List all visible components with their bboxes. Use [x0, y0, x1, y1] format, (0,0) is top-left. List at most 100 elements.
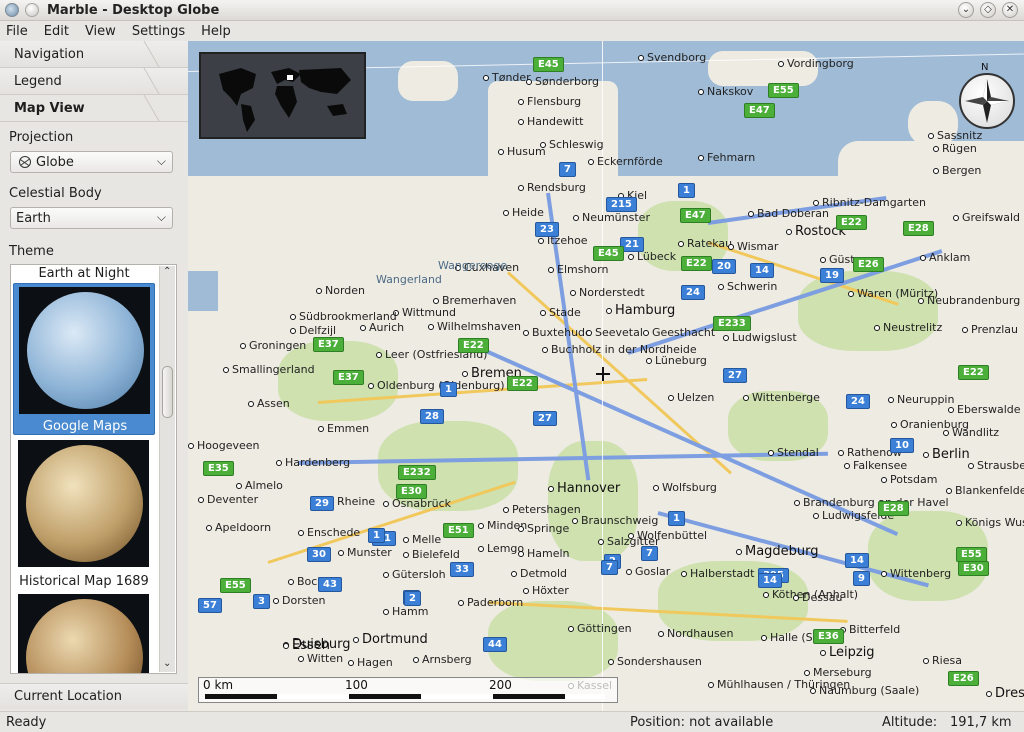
city-marker-icon [498, 149, 504, 155]
city-marker-icon [708, 682, 714, 688]
city-marker-icon [518, 119, 524, 125]
city-marker-icon [956, 520, 962, 526]
euroroute-shield: E30 [396, 484, 427, 499]
euroroute-shield: E26 [853, 257, 884, 272]
water-area [188, 271, 218, 311]
scale-segment [205, 694, 277, 699]
city-marker-icon [276, 460, 282, 466]
autobahn-shield: 2 [404, 591, 421, 606]
sea-label: Wangerooge [438, 259, 508, 272]
euroroute-shield: E35 [203, 461, 234, 476]
city-marker-icon [413, 657, 419, 663]
tab-legend[interactable]: Legend [0, 68, 188, 95]
map-canvas[interactable]: Tønder Sønderborg Svendborg Vordingborg Naks… [188, 41, 1024, 711]
city-marker-icon [503, 507, 509, 513]
city-marker-icon [518, 551, 524, 557]
city-label: Smallingerland [223, 363, 315, 376]
menu-settings[interactable]: Settings [124, 24, 193, 39]
tab-navigation[interactable]: Navigation [0, 41, 188, 68]
city-marker-icon [348, 660, 354, 666]
autobahn-shield: 1 [668, 511, 685, 526]
city-marker-icon [768, 450, 774, 456]
euroroute-shield: E37 [333, 370, 364, 385]
city-label: Greifswald [953, 211, 1020, 224]
city-label: Delfzijl [290, 324, 336, 337]
autobahn-shield: 33 [450, 562, 474, 577]
autobahn-shield: 1 [368, 528, 385, 543]
city-label: Stendal [768, 446, 819, 459]
menu-help[interactable]: Help [193, 24, 239, 39]
city-label: Seevetal [586, 326, 643, 339]
city-marker-icon [778, 61, 784, 67]
forest-area [488, 601, 618, 681]
city-marker-icon [653, 485, 659, 491]
status-ready: Ready [6, 715, 47, 730]
city-label: Schwerin [718, 280, 777, 293]
city-marker-icon [933, 146, 939, 152]
scroll-handle[interactable] [162, 366, 173, 418]
theme-scrollbar[interactable]: ⌃ ⌄ [159, 266, 175, 672]
city-marker-icon [794, 500, 800, 506]
city-marker-icon [573, 215, 579, 221]
compass-north-label: N [981, 62, 989, 73]
city-marker-icon [198, 497, 204, 503]
projection-select[interactable]: Globe ⌵ [10, 151, 173, 173]
scroll-down-icon[interactable]: ⌄ [163, 658, 171, 669]
crosshair-icon [596, 367, 610, 381]
city-marker-icon [433, 298, 439, 304]
city-marker-icon [548, 267, 554, 273]
city-label: Prenzlau [962, 323, 1018, 336]
city-label: Dresden [986, 686, 1024, 701]
theme-caption: Historical Map 1689 [19, 574, 149, 589]
city-label: Anklam [920, 251, 970, 264]
city-marker-icon [298, 530, 304, 536]
menu-view[interactable]: View [77, 24, 124, 39]
city-marker-icon [526, 79, 532, 85]
autobahn-shield: 7 [641, 546, 658, 561]
theme-item-old-map[interactable] [18, 594, 149, 673]
city-marker-icon [288, 579, 294, 585]
historical-globe-icon [26, 445, 143, 562]
city-marker-icon [953, 215, 959, 221]
globe-thumbnail-icon [27, 292, 144, 409]
city-label: Neuruppin [888, 393, 954, 406]
city-label: Wolfsburg [653, 481, 717, 494]
euroroute-shield: E36 [813, 629, 844, 644]
menu-file[interactable]: File [0, 24, 36, 39]
city-label: Handewitt [518, 115, 583, 128]
city-marker-icon [943, 430, 949, 436]
theme-item-earth-at-night[interactable]: Earth at Night [13, 266, 155, 281]
city-marker-icon [283, 642, 289, 649]
overview-world-map[interactable] [199, 52, 366, 139]
autobahn-shield: 14 [750, 263, 774, 278]
menu-edit[interactable]: Edit [36, 24, 77, 39]
city-marker-icon [542, 347, 548, 353]
maximize-button[interactable]: ◇ [980, 2, 996, 18]
tab-current-location[interactable]: Current Location [0, 683, 188, 709]
minimize-button[interactable]: ⌄ [958, 2, 974, 18]
land-area [838, 141, 1024, 201]
marble-app-icon[interactable] [5, 3, 19, 17]
compass-icon[interactable] [959, 73, 1015, 129]
autobahn-shield: 1 [678, 183, 695, 198]
pin-icon[interactable] [25, 3, 39, 17]
theme-item-google-maps[interactable]: Google Maps [13, 283, 155, 435]
city-marker-icon [588, 159, 594, 165]
city-label: Fehmarn [698, 151, 755, 164]
tab-map-view[interactable]: Map View [0, 95, 188, 122]
city-label: Bielefeld [403, 548, 460, 561]
autobahn-shield: 44 [483, 637, 507, 652]
city-label: Berlin [923, 447, 970, 462]
city-label: Heide [503, 206, 544, 219]
theme-list[interactable]: Earth at Night Google Maps Historical Ma… [10, 264, 177, 674]
close-button[interactable]: ✕ [1002, 2, 1018, 18]
city-label: Hamm [383, 605, 428, 618]
city-label: Ribnitz-Damgarten [813, 196, 926, 209]
city-marker-icon [923, 658, 929, 664]
scroll-up-icon[interactable]: ⌃ [163, 266, 171, 277]
theme-item-historical-map[interactable] [18, 440, 149, 567]
celestial-body-select[interactable]: Earth ⌵ [10, 207, 173, 229]
city-marker-icon [568, 626, 574, 632]
city-marker-icon [606, 307, 612, 314]
city-label: Svendborg [638, 51, 706, 64]
